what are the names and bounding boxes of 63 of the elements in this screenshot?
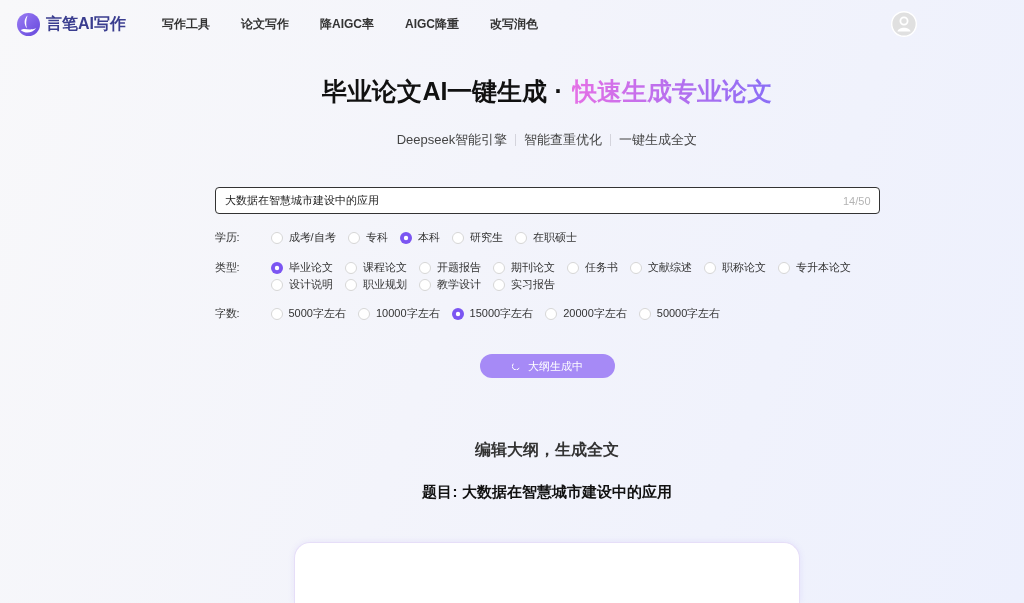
radio-option[interactable]: 5000字左右 [270,305,346,322]
radio-icon[interactable] [566,261,579,274]
topic-title: 题目: 大数据在智慧城市建设中的应用 [422,482,672,502]
radio-option[interactable]: 20000字左右 [545,305,627,322]
field-label: 字数: [214,306,241,321]
radio-option[interactable]: 开题报告 [418,259,481,276]
radio-option[interactable]: 研究生 [451,229,503,246]
radio-option[interactable]: 设计说明 [270,276,333,293]
nav-link[interactable]: AIGC降重 [405,15,459,33]
radio-icon[interactable] [347,231,360,244]
field-label: 学历: [214,230,241,245]
feature-text: 一键生成全文 [619,131,698,149]
radio-icon[interactable] [270,278,283,291]
radio-option[interactable]: 专升本论文 [777,259,851,276]
radio-option[interactable]: 在职硕士 [514,229,577,246]
radio-option[interactable]: 毕业论文 [270,259,333,276]
page-title: 毕业论文AI一键生成 · 快速生成专业论文 [322,76,772,107]
logo-text[interactable]: 言笔AI写作 [46,13,126,35]
radio-option[interactable]: 职称论文 [703,259,766,276]
logo-icon [17,12,40,36]
radio-icon[interactable] [399,231,412,244]
nav-link[interactable]: 写作工具 [162,15,210,33]
radio-icon[interactable] [270,261,283,274]
radio-icon[interactable] [418,278,431,291]
radio-icon[interactable] [358,307,370,320]
nav-link[interactable]: 论文写作 [241,15,289,33]
radio-icon[interactable] [545,307,558,320]
radio-option[interactable]: 专科 [347,229,388,246]
radio-icon[interactable] [629,261,642,274]
radio-option[interactable]: 本科 [399,229,440,246]
radio-icon[interactable] [270,307,283,320]
section-heading: 编辑大纲，生成全文 [475,440,619,460]
radio-icon[interactable] [270,231,283,244]
radio-option[interactable]: 50000字左右 [638,305,721,322]
field-label: 类型: [214,260,241,275]
feature-text: Deepseek智能引擎 [396,131,508,149]
radio-icon[interactable] [514,231,527,244]
radio-icon[interactable] [703,261,716,274]
radio-icon[interactable] [344,278,357,291]
nav-link[interactable]: 降AIGC率 [320,15,374,33]
avatar-icon[interactable] [891,11,917,37]
radio-option[interactable]: 15000字左右 [451,305,534,322]
nav-link[interactable]: 改写润色 [490,15,538,33]
radio-option[interactable]: 期刊论文 [492,259,555,276]
radio-icon[interactable] [777,261,790,274]
radio-option[interactable]: 10000字左右 [358,305,440,322]
radio-option[interactable]: 教学设计 [418,276,481,293]
radio-option[interactable]: 课程论文 [344,259,407,276]
radio-icon[interactable] [451,307,464,320]
radio-icon[interactable] [418,261,431,274]
radio-icon[interactable] [492,261,505,274]
radio-option[interactable]: 文献综述 [629,259,692,276]
feature-text: 智能查重优化 [524,131,603,149]
spinner-icon [511,362,520,370]
radio-icon[interactable] [492,278,505,291]
radio-option[interactable]: 实习报告 [492,276,555,293]
radio-option[interactable]: 任务书 [566,259,618,276]
radio-icon[interactable] [638,307,651,320]
radio-icon[interactable] [451,231,464,244]
radio-icon[interactable] [344,261,357,274]
char-counter: 14/50 [842,194,871,207]
radio-option[interactable]: 成考/自考 [270,229,336,246]
radio-option[interactable]: 职业规划 [344,276,407,293]
